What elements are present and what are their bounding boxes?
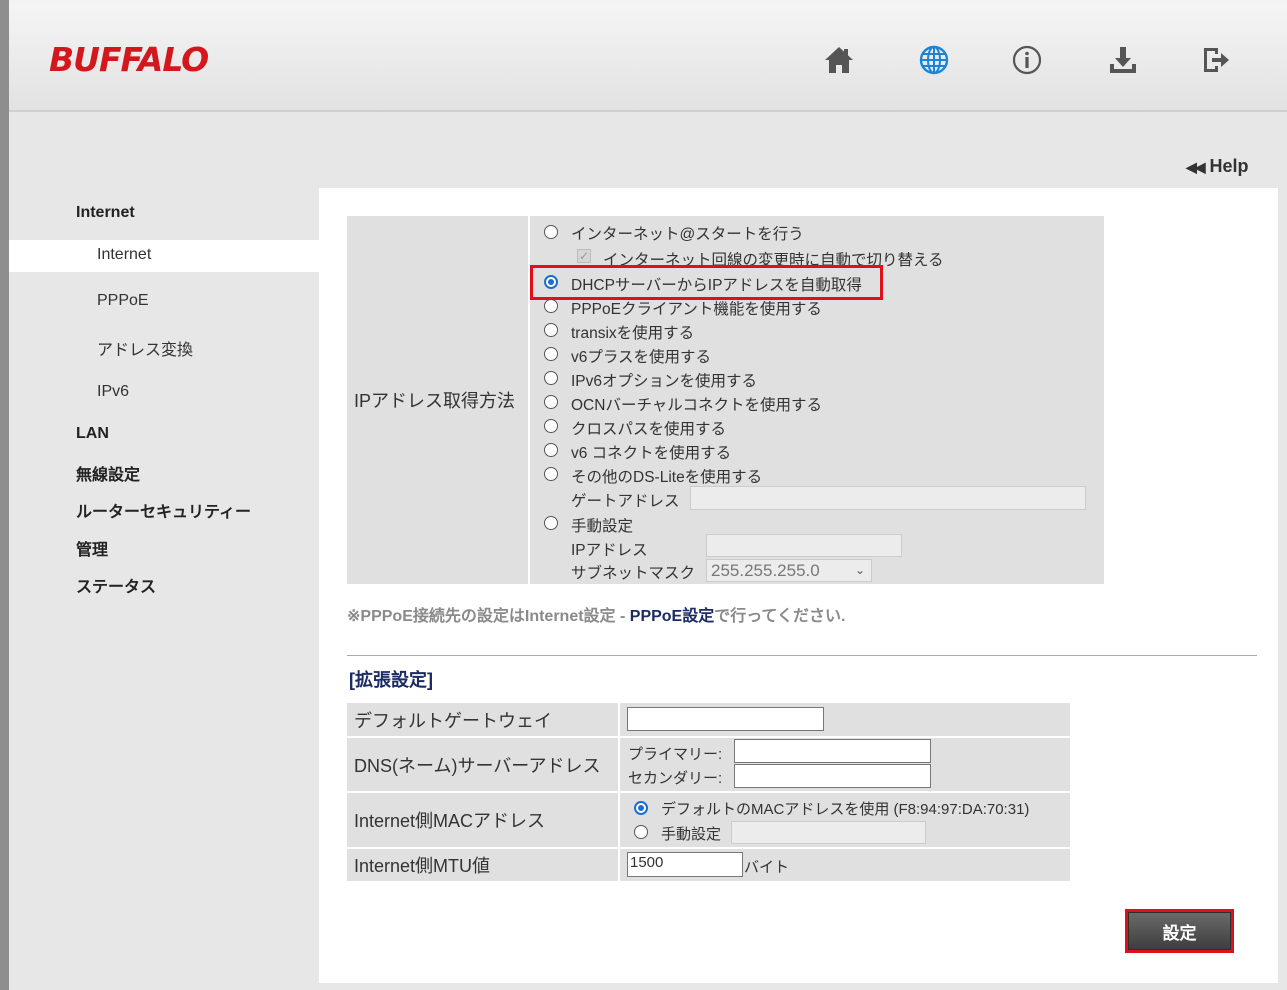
info-icon[interactable] [1007,40,1047,80]
section-divider [347,655,1257,656]
note-prefix: ※PPPoE接続先の設定はInternet設定 - [347,608,630,625]
submit-button[interactable]: 設定 [1128,912,1231,950]
radio-crosspass[interactable] [544,419,558,433]
mtu-unit: バイト [744,859,790,876]
sidebar-item-nat[interactable]: アドレス変換 [97,336,193,360]
logout-icon[interactable] [1196,40,1236,80]
subnet-mask-label: サブネットマスク [571,565,696,582]
option-crosspass: クロスパスを使用する [571,421,727,438]
checkbox-auto-switch[interactable]: ✓ [577,249,591,263]
dhcp-highlight-box [530,265,883,300]
chevron-down-icon: ⌄ [854,563,865,577]
radio-ipv6-option[interactable] [544,371,558,385]
sidebar-active-bg [9,240,319,272]
sidebar-item-wireless[interactable]: 無線設定 [76,461,140,485]
radio-mac-manual[interactable] [634,825,648,839]
gateway-address-input[interactable] [690,486,1086,510]
dns-cell: プライマリー: セカンダリー: [620,738,1070,791]
mac-manual-label: 手動設定 [661,826,722,843]
mtu-cell: 1500 バイト [620,849,1070,881]
mac-default-label: デフォルトのMACアドレスを使用 (F8:94:97:DA:70:31) [661,801,1030,818]
sidebar-item-ipv6[interactable]: IPv6 [97,383,129,401]
mac-label: Internet側MACアドレス [347,793,618,847]
sidebar-item-pppoe[interactable]: PPPoE [97,292,149,310]
radio-ocn-virtual[interactable] [544,395,558,409]
gateway-address-label: ゲートアドレス [571,493,680,510]
sidebar-item-internet[interactable]: Internet [97,246,151,264]
dns-label: DNS(ネーム)サーバーアドレス [347,738,618,791]
manual-ip-label: IPアドレス [571,542,648,559]
dns-secondary-label: セカンダリー: [628,770,723,787]
note-suffix: で行ってください. [714,608,846,625]
row-dns: DNS(ネーム)サーバーアドレス プライマリー: セカンダリー: [347,738,1070,791]
row-mtu: Internet側MTU値 1500 バイト [347,849,1070,881]
radio-mac-default[interactable] [634,801,648,815]
main-panel: IPアドレス取得方法 インターネット@スタートを行う ✓ インターネット回線の変… [319,188,1278,983]
help-label: Help [1209,156,1249,176]
mtu-label: Internet側MTU値 [347,849,618,881]
row-default-gateway: デフォルトゲートウェイ [347,703,1070,736]
option-v6plus: v6プラスを使用する [571,349,712,366]
option-pppoe: PPPoEクライアント機能を使用する [571,301,822,318]
left-edge [0,0,9,990]
subnet-mask-select[interactable]: 255.255.255.0 ⌄ [706,559,872,582]
option-transix: transixを使用する [571,325,695,342]
sidebar-item-status[interactable]: ステータス [76,573,156,597]
extended-settings-title: [拡張設定] [349,670,433,690]
sidebar-item-admin[interactable]: 管理 [76,536,108,560]
subnet-mask-value: 255.255.255.0 [711,561,820,580]
row-mac: Internet側MACアドレス デフォルトのMACアドレスを使用 (F8:94… [347,793,1070,847]
download-icon[interactable] [1103,40,1143,80]
option-internet-start: インターネット@スタートを行う [571,226,804,243]
globe-icon[interactable] [914,40,954,80]
radio-v6plus[interactable] [544,347,558,361]
buffalo-logo: BUFFALO [49,40,209,79]
radio-v6-connect[interactable] [544,443,558,457]
mac-manual-input[interactable] [731,821,926,844]
sidebar-item-internet-group[interactable]: Internet [76,204,135,222]
mtu-input[interactable]: 1500 [627,852,743,877]
option-manual: 手動設定 [571,518,634,535]
option-ocn-virtual: OCNバーチャルコネクトを使用する [571,397,822,414]
default-gateway-cell [620,703,1070,736]
radio-pppoe[interactable] [544,299,558,313]
home-icon[interactable] [819,40,859,80]
radio-ds-lite[interactable] [544,467,558,481]
option-ipv6-option: IPv6オプションを使用する [571,373,758,390]
manual-ip-input[interactable] [706,534,902,557]
help-arrows-icon: ◀◀ [1186,159,1205,175]
default-gateway-input[interactable] [627,707,824,731]
sidebar-item-security[interactable]: ルーターセキュリティー [76,498,251,522]
dns-primary-input[interactable] [734,739,931,763]
radio-transix[interactable] [544,323,558,337]
radio-internet-start[interactable] [544,225,558,239]
radio-manual[interactable] [544,516,558,530]
option-ds-lite: その他のDS-Liteを使用する [571,469,763,486]
header-bar: BUFFALO [9,6,1287,112]
sidebar-item-lan[interactable]: LAN [76,425,109,443]
ip-method-label: IPアドレス取得方法 [347,216,528,584]
mac-cell: デフォルトのMACアドレスを使用 (F8:94:97:DA:70:31) 手動設… [620,793,1070,847]
dns-secondary-input[interactable] [734,764,931,788]
help-link[interactable]: ◀◀ Help [1186,156,1249,177]
option-v6-connect: v6 コネクトを使用する [571,445,732,462]
pppoe-settings-link[interactable]: PPPoE設定 [630,608,714,625]
dns-primary-label: プライマリー: [628,746,723,763]
pppoe-note: ※PPPoE接続先の設定はInternet設定 - PPPoE設定で行ってくださ… [347,602,845,626]
default-gateway-label: デフォルトゲートウェイ [347,703,618,736]
